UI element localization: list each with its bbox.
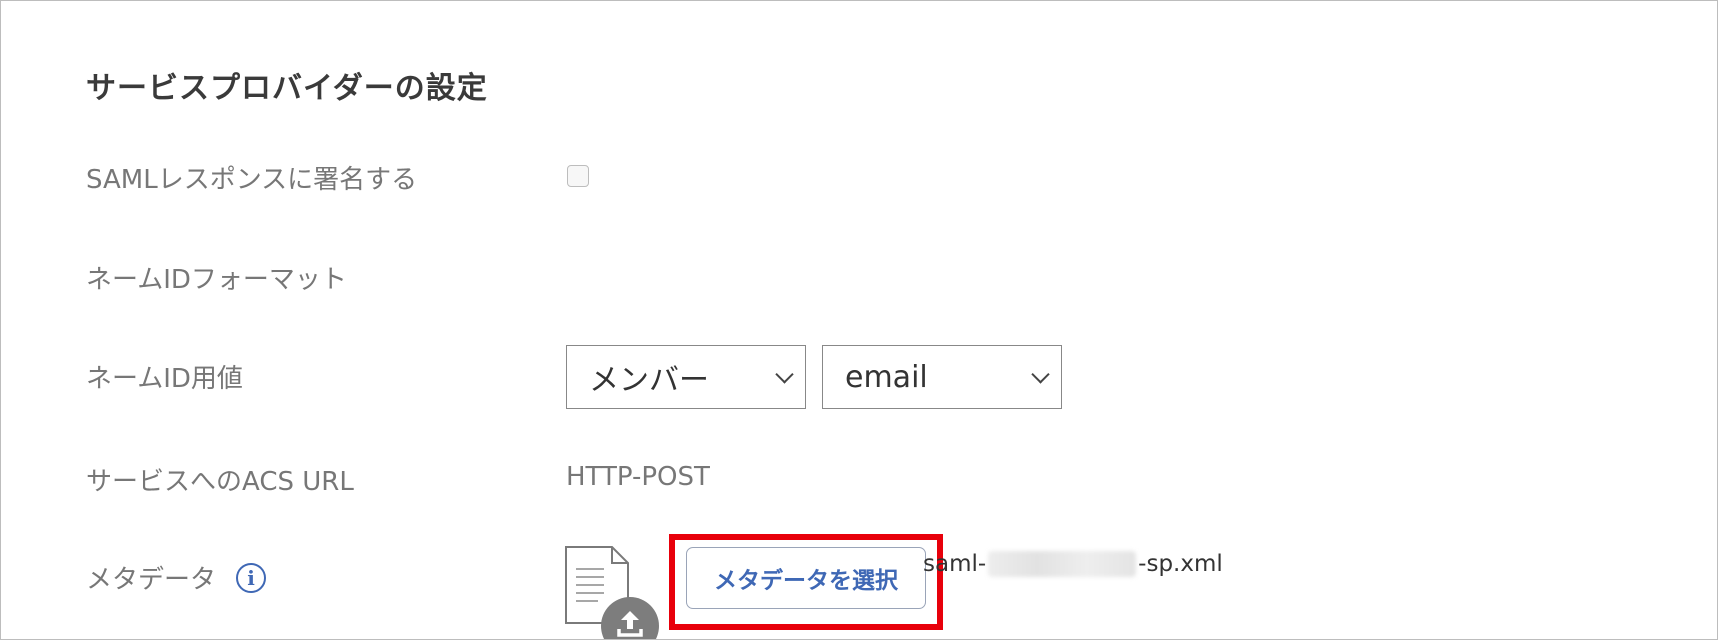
upload-arrow-icon: [617, 611, 643, 637]
nameid-format-label: ネームIDフォーマット: [86, 265, 347, 295]
settings-panel: サービスプロバイダーの設定 SAMLレスポンスに署名する ネームIDフォーマット…: [0, 0, 1718, 640]
info-icon[interactable]: i: [236, 562, 267, 593]
section-title: サービスプロバイダーの設定: [86, 71, 488, 106]
metadata-label-row: メタデータ i: [86, 559, 267, 596]
filename-prefix: saml-: [923, 551, 987, 577]
select-metadata-button[interactable]: メタデータを選択: [686, 547, 926, 609]
nameid-value-label: ネームID用値: [86, 364, 243, 394]
saml-sign-checkbox[interactable]: [567, 165, 589, 187]
chevron-down-icon: [1031, 365, 1050, 384]
acs-url-binding: HTTP-POST: [566, 462, 710, 492]
nameid-source-value: メンバー: [589, 363, 709, 398]
filename-suffix: -sp.xml: [1138, 551, 1223, 577]
metadata-label: メタデータ: [86, 565, 217, 595]
saml-sign-label: SAMLレスポンスに署名する: [86, 165, 418, 195]
chevron-down-icon: [775, 365, 794, 384]
nameid-field-value: email: [845, 359, 928, 395]
metadata-filename: saml- -sp.xml: [923, 551, 1223, 577]
redacted-text: [988, 551, 1137, 577]
nameid-source-select[interactable]: メンバー: [566, 345, 806, 409]
acs-url-label: サービスへのACS URL: [86, 467, 354, 497]
upload-icon[interactable]: [601, 597, 659, 639]
nameid-field-select[interactable]: email: [822, 345, 1062, 409]
